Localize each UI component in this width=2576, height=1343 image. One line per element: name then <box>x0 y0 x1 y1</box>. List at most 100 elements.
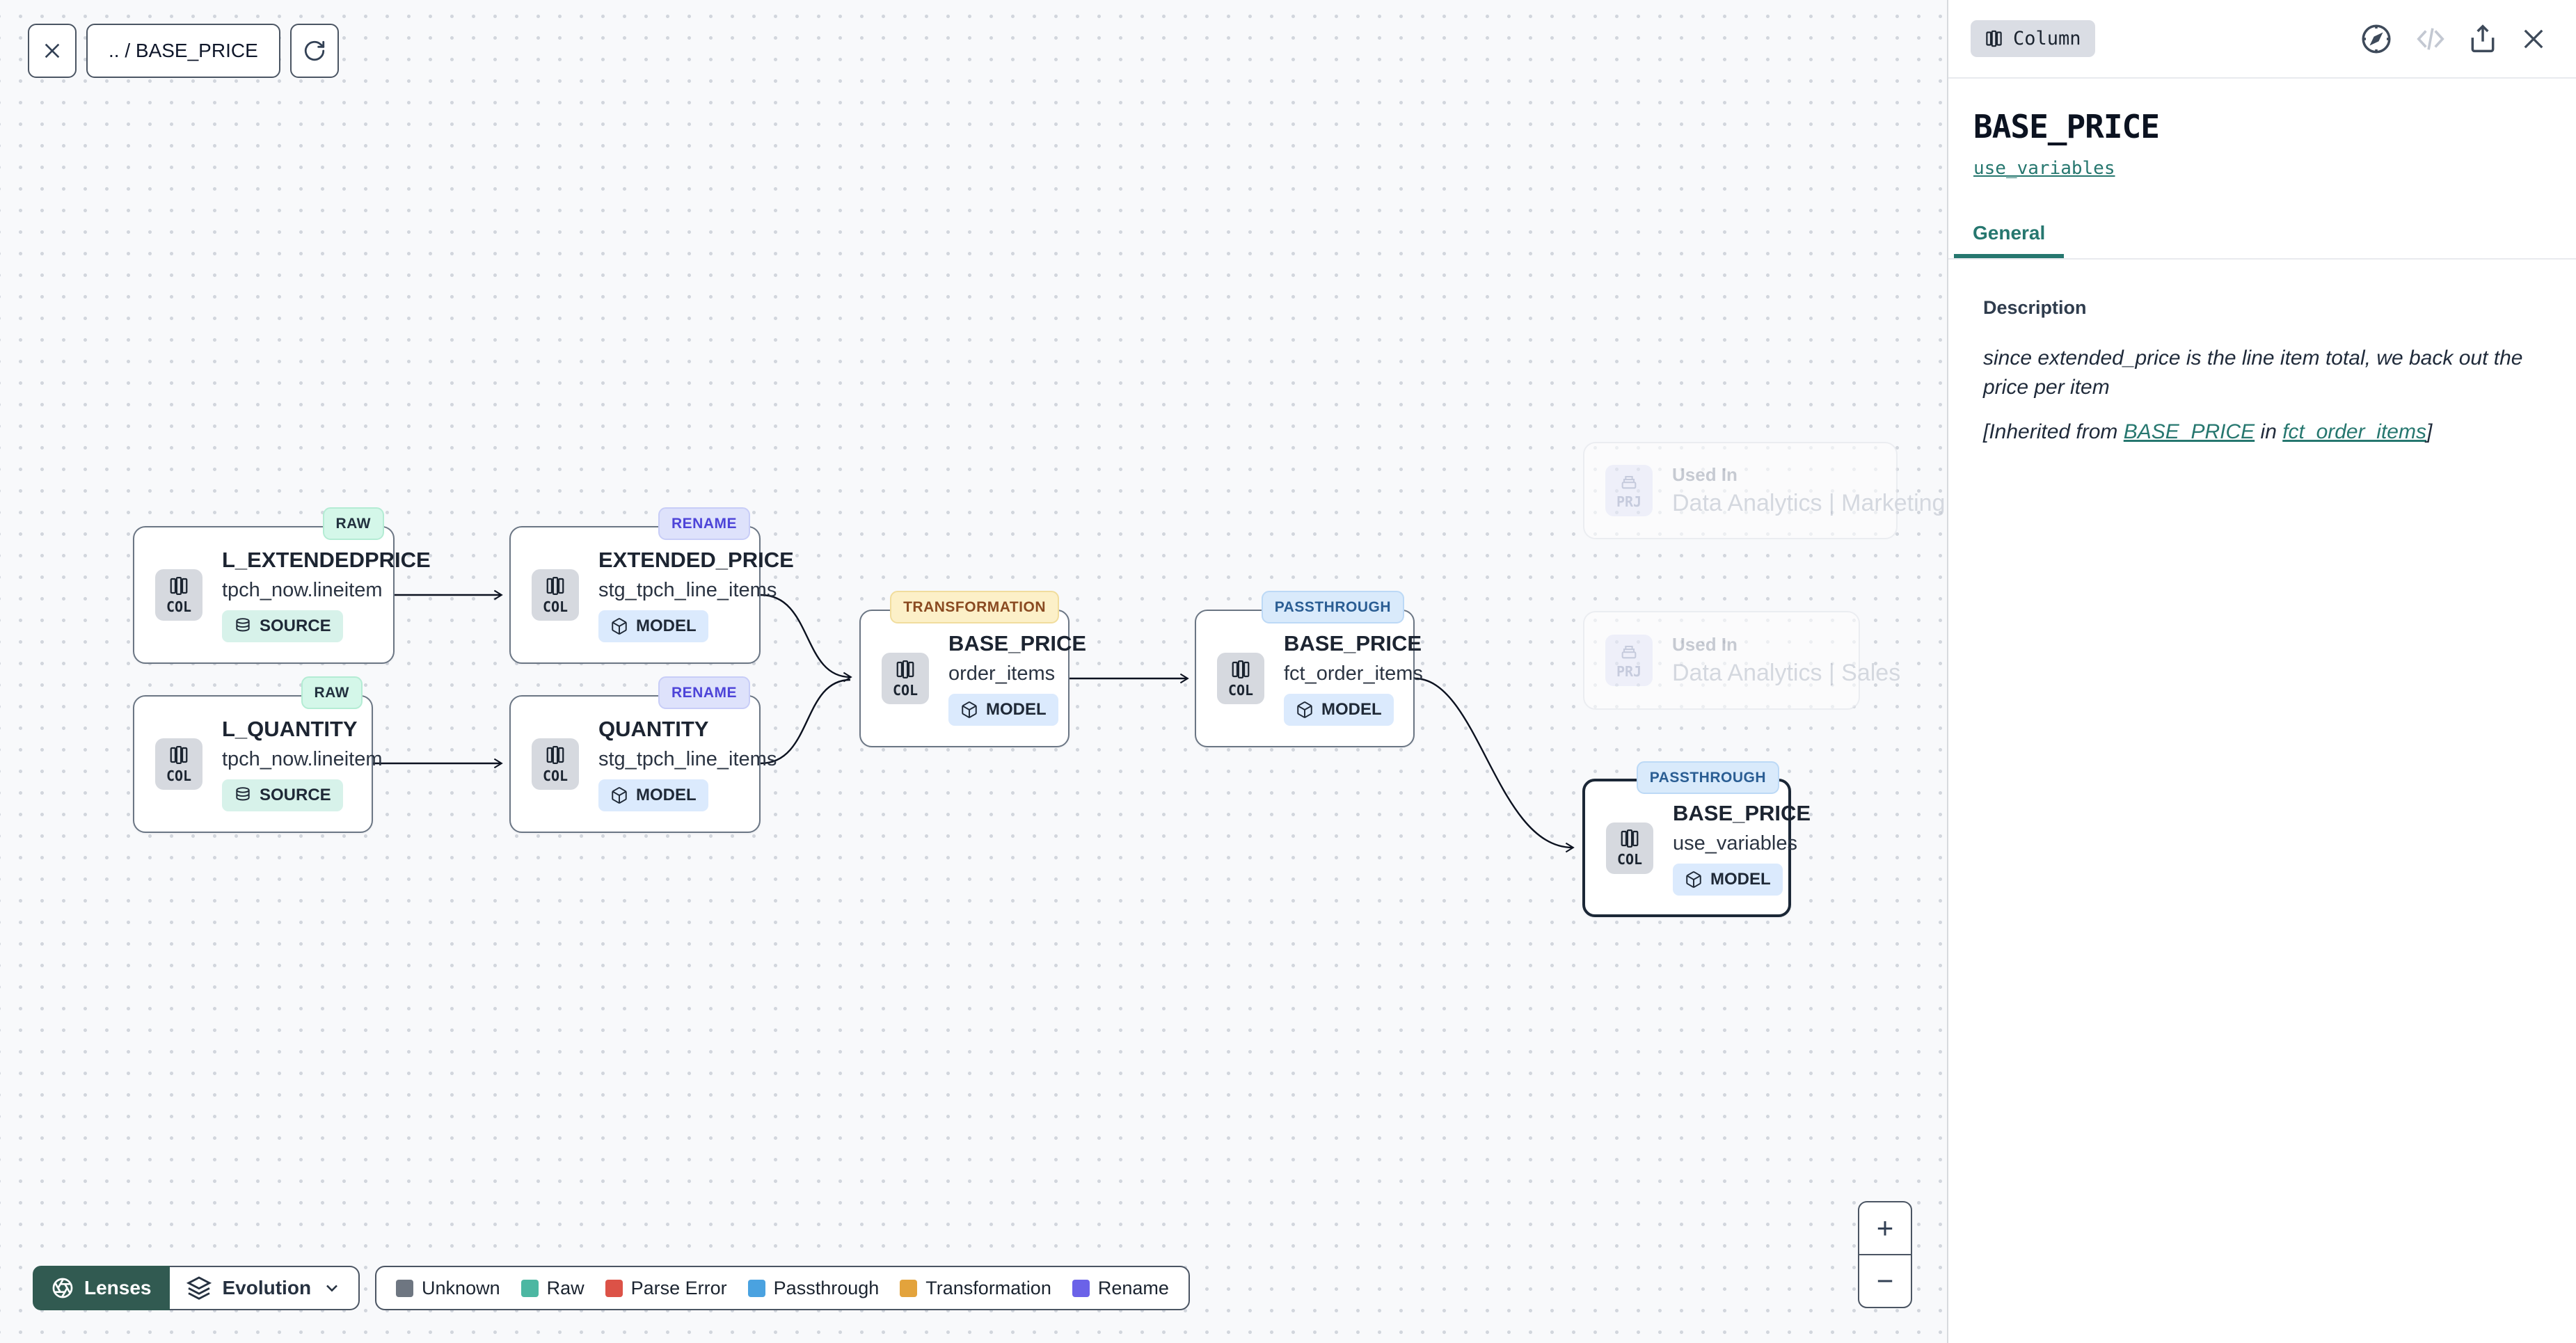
zoom-control: + − <box>1858 1201 1912 1308</box>
chip-label: SOURCE <box>260 617 331 636</box>
refresh-button[interactable] <box>290 24 339 78</box>
canvas-toolbar: .. / BASE_PRICE <box>28 24 339 78</box>
column-kind-box: COL <box>155 738 202 790</box>
evolution-badge: RAW <box>301 676 363 709</box>
evolution-badge: TRANSFORMATION <box>890 591 1059 623</box>
legend-swatch <box>1072 1280 1090 1297</box>
model-chip: MODEL <box>948 694 1058 726</box>
node-l-quantity[interactable]: RAW COL L_QUANTITY tpch_now.lineitem SOU… <box>133 695 373 833</box>
used-in-name: Data Analytics | Sales <box>1672 660 1900 687</box>
inherited-suffix: ] <box>2426 420 2432 443</box>
legend-item-rename: Rename <box>1072 1278 1169 1299</box>
used-in-card-marketing[interactable]: PRJ Used In Data Analytics | Marketing <box>1583 442 1898 539</box>
project-icon <box>1619 472 1639 491</box>
lens-select[interactable]: Evolution <box>170 1266 360 1310</box>
app: RAW COL L_EXTENDEDPRICE tpch_now.lineite… <box>0 0 2576 1343</box>
kind-label: COL <box>166 598 191 615</box>
chip-label: MODEL <box>1321 700 1382 720</box>
edge-fctorderitems-usevariables <box>1415 678 1573 848</box>
kind-label: COL <box>166 768 191 784</box>
column-icon <box>1985 29 2003 48</box>
node-title: QUANTITY <box>598 717 738 742</box>
legend-item-passthrough: Passthrough <box>748 1278 880 1299</box>
node-subtitle: fct_order_items <box>1284 662 1392 685</box>
tab-general[interactable]: General <box>1954 222 2064 258</box>
evolution-badge: RAW <box>323 507 385 540</box>
compass-icon <box>2359 22 2394 56</box>
panel-tabs: General <box>1948 222 2576 260</box>
inherited-note: [Inherited from BASE_PRICE in fct_order_… <box>1983 420 2551 444</box>
bottom-bar: Lenses Evolution Unknown Raw Parse Err <box>33 1266 1190 1310</box>
node-l-extendedprice[interactable]: RAW COL L_EXTENDEDPRICE tpch_now.lineite… <box>133 526 395 664</box>
legend-swatch <box>900 1280 917 1297</box>
column-icon <box>1619 828 1640 849</box>
chevron-down-icon <box>322 1278 342 1298</box>
column-icon <box>545 575 566 596</box>
model-chip: MODEL <box>598 610 708 642</box>
panel-body: BASE_PRICE use_variables General Descrip… <box>1948 79 2576 444</box>
source-chip: SOURCE <box>222 610 343 642</box>
legend-label: Rename <box>1098 1278 1169 1299</box>
close-lineage-button[interactable] <box>28 24 77 78</box>
node-base-price-use-variables[interactable]: PASSTHROUGH COL BASE_PRICE use_variables… <box>1582 779 1791 917</box>
lineage-canvas[interactable]: RAW COL L_EXTENDEDPRICE tpch_now.lineite… <box>0 0 1948 1343</box>
node-subtitle: use_variables <box>1673 832 1767 855</box>
node-title: L_EXTENDEDPRICE <box>222 548 372 573</box>
inherited-prefix: [Inherited from <box>1983 420 2124 443</box>
node-base-price-fct-order-items[interactable]: PASSTHROUGH COL BASE_PRICE fct_order_ite… <box>1195 610 1415 747</box>
panel-title: BASE_PRICE <box>1973 108 2551 145</box>
cube-icon <box>610 617 628 635</box>
node-subtitle: order_items <box>948 662 1047 685</box>
close-icon <box>2519 24 2548 54</box>
evolution-badge: PASSTHROUGH <box>1262 591 1404 623</box>
entity-type-label: Column <box>2013 28 2081 49</box>
legend-label: Raw <box>547 1278 585 1299</box>
chip-label: MODEL <box>636 786 697 805</box>
zoom-in-button[interactable]: + <box>1859 1202 1911 1255</box>
legend-label: Parse Error <box>631 1278 727 1299</box>
column-kind-box: COL <box>1606 823 1653 874</box>
node-title: EXTENDED_PRICE <box>598 548 738 573</box>
kind-label: COL <box>543 768 568 784</box>
inherited-model-link[interactable]: fct_order_items <box>2282 420 2426 443</box>
project-icon <box>1619 642 1639 661</box>
used-in-label: Used In <box>1672 634 1900 655</box>
legend-item-parse-error: Parse Error <box>605 1278 727 1299</box>
node-extended-price[interactable]: RENAME COL EXTENDED_PRICE stg_tpch_line_… <box>509 526 761 664</box>
close-panel-button[interactable] <box>2519 24 2548 54</box>
share-button[interactable] <box>2467 24 2498 54</box>
navigate-button[interactable] <box>2359 22 2394 56</box>
lenses-button[interactable]: Lenses <box>33 1266 170 1310</box>
used-in-label: Used In <box>1672 464 1945 486</box>
legend-swatch <box>396 1280 413 1297</box>
used-in-card-sales[interactable]: PRJ Used In Data Analytics | Sales <box>1583 611 1860 710</box>
node-subtitle: tpch_now.lineitem <box>222 579 372 602</box>
details-panel: Column BASE_PRICE use_variables General <box>1947 0 2576 1343</box>
chip-label: MODEL <box>636 617 697 636</box>
panel-header: Column <box>1948 0 2576 79</box>
legend-item-unknown: Unknown <box>396 1278 500 1299</box>
share-icon <box>2467 24 2498 54</box>
code-icon <box>2415 23 2447 55</box>
evolution-legend: Unknown Raw Parse Error Passthrough Tran… <box>375 1266 1190 1310</box>
column-kind-box: COL <box>155 569 202 621</box>
zoom-out-button[interactable]: − <box>1859 1255 1911 1307</box>
inherited-column-link[interactable]: BASE_PRICE <box>2124 420 2255 443</box>
column-kind-box: COL <box>1217 653 1264 704</box>
breadcrumb[interactable]: .. / BASE_PRICE <box>86 24 280 78</box>
node-base-price-order-items[interactable]: TRANSFORMATION COL BASE_PRICE order_item… <box>859 610 1070 747</box>
legend-item-raw: Raw <box>521 1278 585 1299</box>
column-kind-box: COL <box>882 653 929 704</box>
node-title: BASE_PRICE <box>1673 801 1767 826</box>
model-chip: MODEL <box>1673 864 1783 896</box>
layers-icon <box>186 1276 212 1301</box>
cube-icon <box>610 786 628 804</box>
lenses-aperture-icon <box>51 1276 74 1300</box>
legend-label: Passthrough <box>774 1278 880 1299</box>
model-chip: MODEL <box>1284 694 1394 726</box>
entity-type-chip: Column <box>1971 20 2095 57</box>
view-code-button[interactable] <box>2415 23 2447 55</box>
node-subtitle: tpch_now.lineitem <box>222 748 351 771</box>
node-quantity[interactable]: RENAME COL QUANTITY stg_tpch_line_items … <box>509 695 761 833</box>
model-link[interactable]: use_variables <box>1973 158 2115 179</box>
